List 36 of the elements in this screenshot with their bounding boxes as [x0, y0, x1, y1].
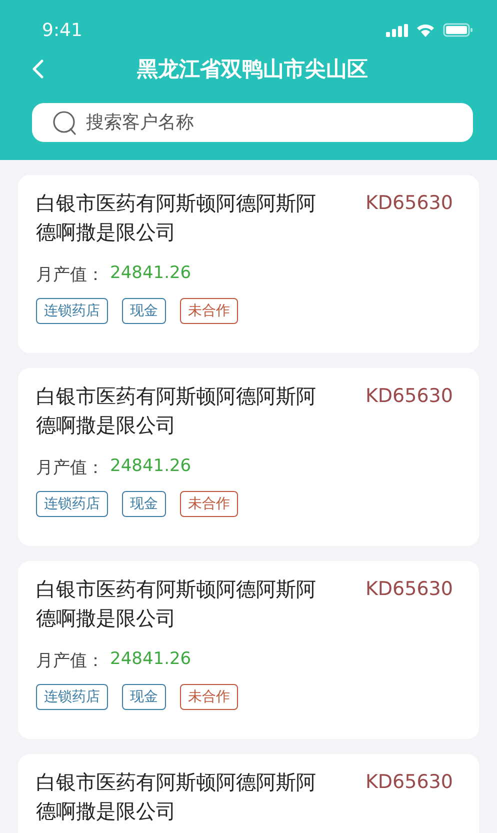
- tag: 连锁药店: [36, 491, 108, 517]
- monthly-value: 24841.26: [110, 263, 192, 285]
- customer-name: 白银市医药有阿斯顿阿德阿斯阿德啊撒是限公司: [36, 769, 317, 825]
- signal-icon: [386, 24, 408, 36]
- tag: 现金: [122, 491, 166, 517]
- tag: 连锁药店: [36, 298, 108, 324]
- customer-card[interactable]: 白银市医药有阿斯顿阿德阿斯阿德啊撒是限公司 KD65630: [18, 754, 479, 833]
- tag: 未合作: [180, 491, 238, 517]
- customer-card[interactable]: 白银市医药有阿斯顿阿德阿斯阿德啊撒是限公司 KD65630 月产值： 24841.26 连锁药店 现金 未合作: [18, 368, 479, 546]
- tag: 连锁药店: [36, 684, 108, 710]
- battery-icon: [443, 23, 473, 37]
- customer-name: 白银市医药有阿斯顿阿德阿斯阿德啊撒是限公司: [36, 190, 317, 246]
- value-label: 月产值：: [36, 457, 104, 479]
- monthly-value: 24841.26: [110, 456, 192, 478]
- value-label: 月产值：: [36, 264, 104, 286]
- search-icon: [52, 110, 78, 136]
- customer-code: KD65630: [365, 771, 453, 793]
- customer-code: KD65630: [365, 385, 453, 407]
- tag: 未合作: [180, 298, 238, 324]
- tag: 现金: [122, 684, 166, 710]
- customer-code: KD65630: [365, 192, 453, 214]
- customer-name: 白银市医药有阿斯顿阿德阿斯阿德啊撒是限公司: [36, 383, 317, 439]
- back-button[interactable]: [32, 59, 44, 79]
- value-label: 月产值：: [36, 650, 104, 672]
- tag: 未合作: [180, 684, 238, 710]
- status-time: 9:41: [42, 20, 82, 40]
- monthly-value: 24841.26: [110, 649, 192, 671]
- customer-card[interactable]: 白银市医药有阿斯顿阿德阿斯阿德啊撒是限公司 KD65630 月产值： 24841.26 连锁药店 现金 未合作: [18, 175, 479, 353]
- search-field[interactable]: 搜索客户名称: [32, 103, 473, 142]
- page-title: 黑龙江省双鸭山市尖山区: [136, 56, 369, 83]
- back-icon: [32, 59, 44, 79]
- customer-code: KD65630: [365, 578, 453, 600]
- wifi-icon: [416, 23, 435, 37]
- customer-card[interactable]: 白银市医药有阿斯顿阿德阿斯阿德啊撒是限公司 KD65630 月产值： 24841.26 连锁药店 现金 未合作: [18, 561, 479, 739]
- customer-name: 白银市医药有阿斯顿阿德阿斯阿德啊撒是限公司: [36, 576, 317, 632]
- tag: 现金: [122, 298, 166, 324]
